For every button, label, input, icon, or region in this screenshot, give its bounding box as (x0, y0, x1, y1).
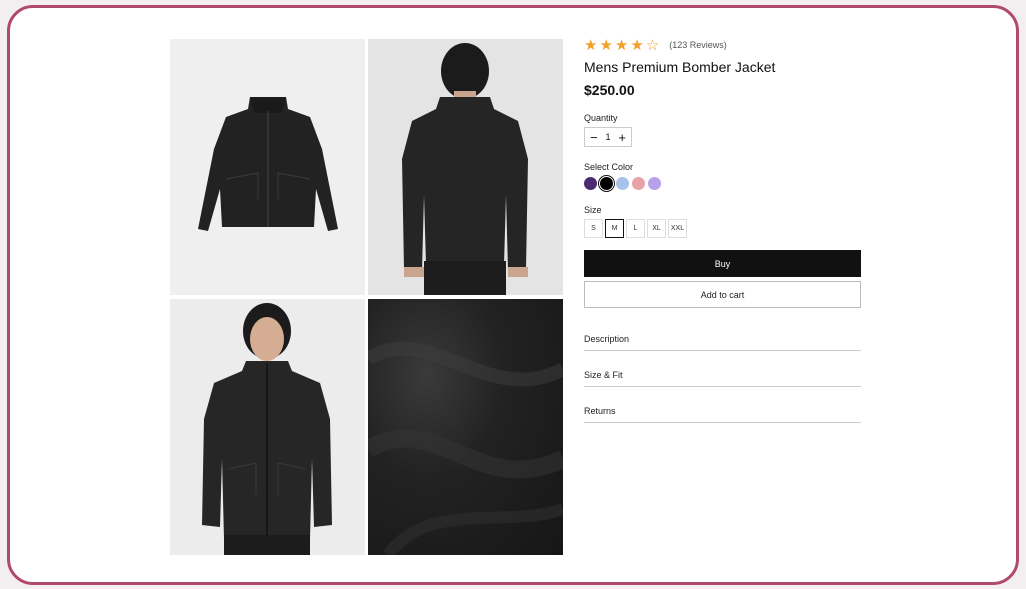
size-option[interactable]: M (605, 219, 624, 238)
color-swatch[interactable] (584, 177, 597, 190)
color-swatches (584, 177, 861, 190)
product-price: $250.00 (584, 82, 635, 98)
accordion-description[interactable]: Description (584, 321, 861, 351)
rating-row: ★★★★☆ (123 Reviews) (584, 36, 861, 54)
image-fabric-closeup[interactable] (368, 299, 563, 555)
product-info: ★★★★☆ (123 Reviews) Mens Premium Bomber … (584, 36, 861, 423)
quantity-label: Quantity (584, 113, 618, 123)
size-option[interactable]: XL (647, 219, 666, 238)
accordion-size-fit[interactable]: Size & Fit (584, 351, 861, 387)
color-swatch[interactable] (632, 177, 645, 190)
accordion-returns[interactable]: Returns (584, 387, 861, 423)
star-rating-icon: ★★★★☆ (584, 36, 662, 54)
size-options: S M L XL XXL (584, 219, 861, 238)
product-title: Mens Premium Bomber Jacket (584, 59, 776, 75)
product-gallery (170, 39, 563, 555)
add-to-cart-button[interactable]: Add to cart (584, 281, 861, 308)
size-option[interactable]: S (584, 219, 603, 238)
size-option[interactable]: L (626, 219, 645, 238)
minus-icon[interactable]: − (590, 131, 598, 144)
buy-button[interactable]: Buy (584, 250, 861, 277)
image-jacket-back-model[interactable] (368, 39, 563, 295)
reviews-link[interactable]: (123 Reviews) (669, 40, 727, 50)
accordion: Description Size & Fit Returns (584, 321, 861, 423)
color-label: Select Color (584, 162, 634, 172)
image-jacket-front-model[interactable] (170, 299, 365, 555)
size-option[interactable]: XXL (668, 219, 687, 238)
quantity-value[interactable]: 1 (605, 132, 610, 142)
quantity-stepper: − 1 + (584, 127, 632, 147)
image-jacket-front-flatlay[interactable] (170, 39, 365, 295)
size-label: Size (584, 205, 602, 215)
color-swatch[interactable] (600, 177, 613, 190)
color-swatch[interactable] (648, 177, 661, 190)
plus-icon[interactable]: + (618, 131, 626, 144)
color-swatch[interactable] (616, 177, 629, 190)
